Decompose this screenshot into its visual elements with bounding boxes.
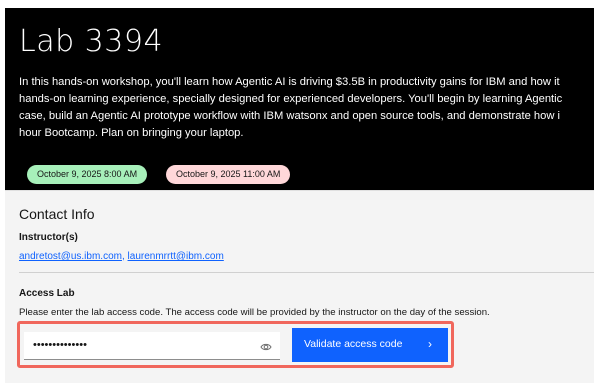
lab-header: Lab 3394 In this hands-on workshop, you'… bbox=[5, 8, 594, 190]
lab-description: In this hands-on workshop, you'll learn … bbox=[19, 74, 594, 142]
lab-description-line: hands-on learning experience, specially … bbox=[19, 93, 563, 105]
access-lab-heading: Access Lab bbox=[19, 288, 75, 299]
start-time-badge: October 9, 2025 8:00 AM bbox=[27, 165, 148, 184]
instructors-label: Instructor(s) bbox=[19, 232, 78, 243]
contact-info-heading: Contact Info bbox=[19, 206, 95, 222]
lab-description-line: case, build an Agentic AI prototype work… bbox=[19, 110, 561, 122]
access-instructions: Please enter the lab access code. The ac… bbox=[19, 307, 490, 318]
divider bbox=[5, 190, 594, 191]
instructor-email-link[interactable]: laurenmrrtt@ibm.com bbox=[128, 251, 224, 262]
validate-button-label: Validate access code bbox=[304, 338, 403, 350]
instructor-email-link[interactable]: andretost@us.ibm.com bbox=[19, 251, 122, 262]
access-code-value: •••••••••••••• bbox=[33, 339, 87, 351]
validate-access-code-button[interactable]: Validate access code › bbox=[292, 328, 448, 362]
lab-description-line: In this hands-on workshop, you'll learn … bbox=[19, 76, 560, 88]
divider bbox=[19, 272, 594, 273]
page-title: Lab 3394 bbox=[19, 24, 164, 59]
end-time-badge: October 9, 2025 11:00 AM bbox=[166, 165, 291, 184]
instructor-emails: andretost@us.ibm.com, laurenmrrtt@ibm.co… bbox=[19, 251, 224, 262]
lab-description-line: hour Bootcamp. Plan on bringing your lap… bbox=[19, 127, 244, 139]
access-code-input[interactable]: •••••••••••••• bbox=[24, 332, 280, 360]
eye-icon[interactable] bbox=[260, 340, 272, 352]
chevron-right-icon: › bbox=[428, 337, 432, 351]
